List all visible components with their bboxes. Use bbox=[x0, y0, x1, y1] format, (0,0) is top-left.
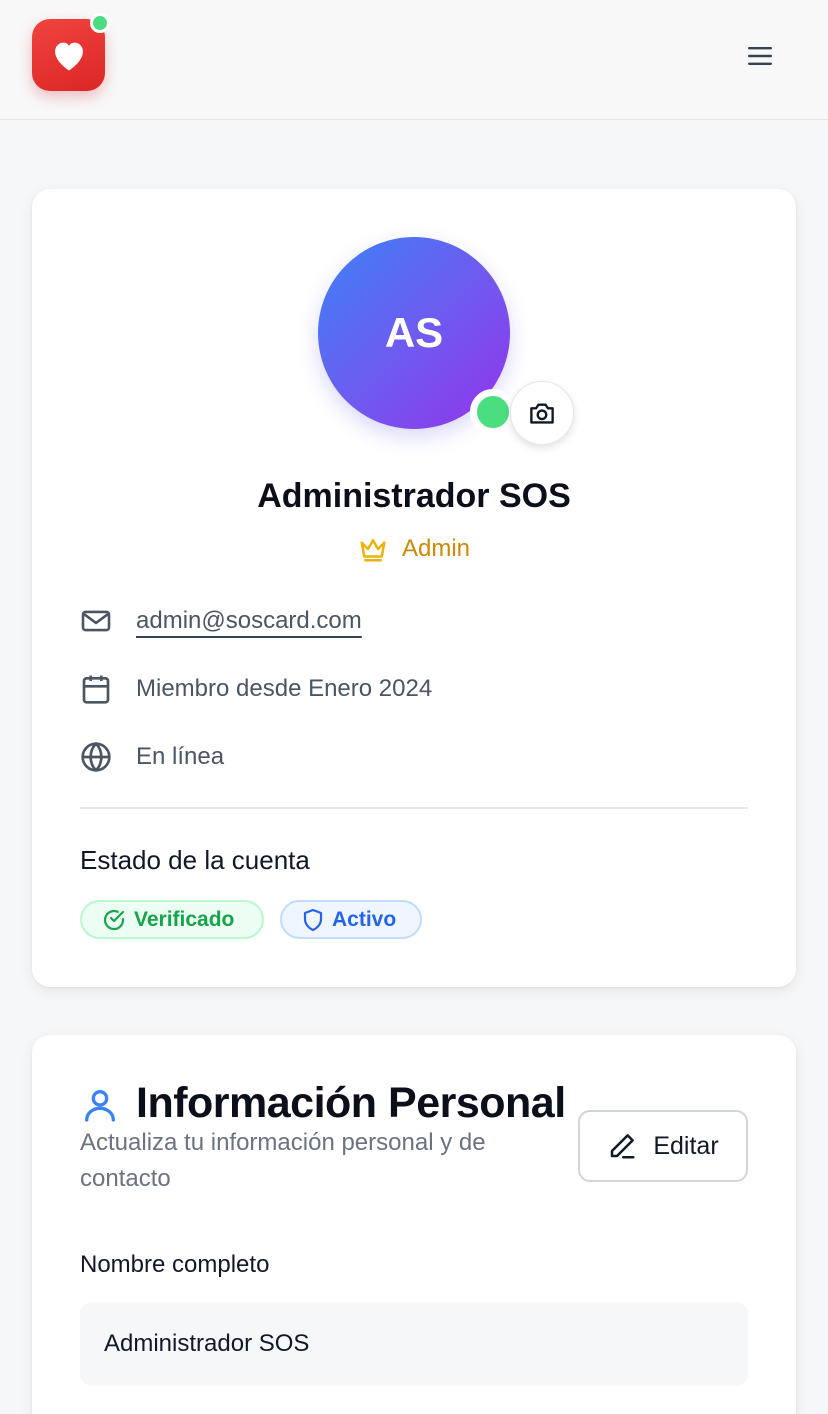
crown-icon bbox=[360, 539, 386, 562]
presence-row: En línea bbox=[80, 739, 224, 775]
edit-button[interactable]: Editar bbox=[578, 1110, 748, 1182]
verified-badge: Verificado bbox=[80, 900, 264, 939]
member-since-text: Miembro desde Enero 2024 bbox=[136, 675, 433, 702]
active-badge: Activo bbox=[280, 900, 422, 939]
section-title: Información Personal bbox=[136, 1079, 566, 1127]
avatar-initials: AS bbox=[384, 309, 444, 356]
camera-icon bbox=[530, 403, 554, 424]
full-name-label: Nombre completo bbox=[80, 1251, 270, 1278]
shield-icon bbox=[303, 908, 323, 931]
full-name-value: Administrador SOS bbox=[104, 1330, 310, 1357]
email-row: admin@soscard.com bbox=[80, 603, 362, 639]
change-photo-button[interactable] bbox=[510, 381, 574, 445]
section-subtitle: Actualiza tu información personal y de c… bbox=[80, 1129, 486, 1192]
account-status-title: Estado de la cuenta bbox=[80, 845, 310, 875]
role-text: Admin bbox=[401, 535, 471, 562]
role-label: Admin bbox=[32, 535, 796, 563]
heart-icon bbox=[54, 42, 83, 71]
active-badge-label: Activo bbox=[332, 907, 397, 931]
menu-button[interactable] bbox=[740, 36, 780, 76]
top-bar bbox=[0, 0, 828, 120]
notification-dot bbox=[90, 13, 110, 33]
hamburger-menu-icon bbox=[748, 47, 772, 65]
check-circle-icon bbox=[103, 909, 125, 930]
globe-icon bbox=[80, 741, 112, 773]
member-since-row: Miembro desde Enero 2024 bbox=[80, 671, 432, 707]
full-name-field[interactable]: Administrador SOS bbox=[80, 1302, 748, 1386]
calendar-icon bbox=[80, 673, 112, 705]
edit-button-label: Editar bbox=[653, 1131, 719, 1160]
presence-text: En línea bbox=[136, 743, 225, 770]
pencil-icon bbox=[611, 1134, 635, 1159]
personal-info-card: Información Personal Actualiza tu inform… bbox=[32, 1035, 796, 1414]
verified-badge-label: Verificado bbox=[134, 907, 235, 931]
mail-icon bbox=[80, 605, 112, 637]
email-link[interactable]: admin@soscard.com bbox=[136, 607, 362, 635]
profile-name: Administrador SOS bbox=[257, 477, 571, 515]
user-icon bbox=[85, 1090, 116, 1122]
profile-card: AS Administrador SOS Admin admin@soscard… bbox=[32, 189, 796, 987]
divider bbox=[80, 807, 748, 809]
